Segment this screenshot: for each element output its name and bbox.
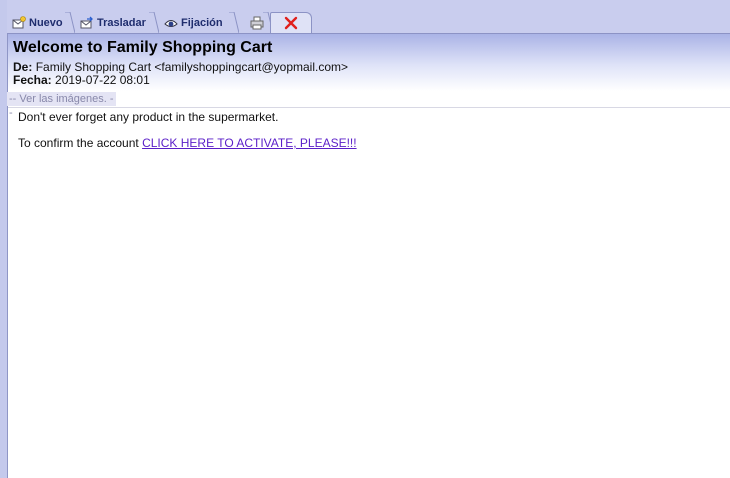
tab-separator [229, 12, 239, 33]
delete-icon [284, 16, 298, 30]
tab-trasladar[interactable]: Trasladar [77, 12, 159, 33]
tab-nuevo-label: Nuevo [29, 16, 63, 29]
new-message-icon [12, 15, 26, 28]
from-value: Family Shopping Cart <familyshoppingcart… [35, 60, 349, 74]
eye-icon [164, 19, 178, 27]
tab-separator [149, 12, 159, 33]
email-subject: Welcome to Family Shopping Cart [13, 39, 273, 56]
body-text-line1: Don't ever forget any product in the sup… [18, 110, 279, 124]
tab-delete[interactable] [270, 12, 312, 33]
email-date: Fecha: 2019-07-22 08:01 [13, 73, 150, 87]
activate-link[interactable]: CLICK HERE TO ACTIVATE, PLEASE!!! [142, 136, 357, 150]
move-icon [80, 16, 93, 28]
body-text-confirm: To confirm the account [18, 136, 139, 150]
from-label: De: [13, 60, 33, 74]
body-divider [8, 107, 730, 108]
tab-nuevo[interactable]: Nuevo [9, 12, 75, 33]
date-value: 2019-07-22 08:01 [55, 73, 150, 87]
date-label: Fecha: [13, 73, 52, 87]
tab-trasladar-label: Trasladar [97, 16, 146, 29]
email-from: De: Family Shopping Cart <familyshopping… [13, 60, 348, 74]
tab-fijacion[interactable]: Fijación [161, 12, 239, 33]
show-images-link[interactable]: -- Ver las imágenes. -- [7, 92, 116, 119]
body-text-line2: To confirm the account CLICK HERE TO ACT… [18, 136, 357, 150]
left-border [0, 0, 8, 478]
tab-fijacion-label: Fijación [181, 16, 223, 29]
tab-separator [65, 12, 75, 33]
print-icon [250, 16, 263, 29]
email-header: Welcome to Family Shopping Cart De: Fami… [8, 34, 730, 91]
tab-print[interactable] [239, 12, 273, 33]
